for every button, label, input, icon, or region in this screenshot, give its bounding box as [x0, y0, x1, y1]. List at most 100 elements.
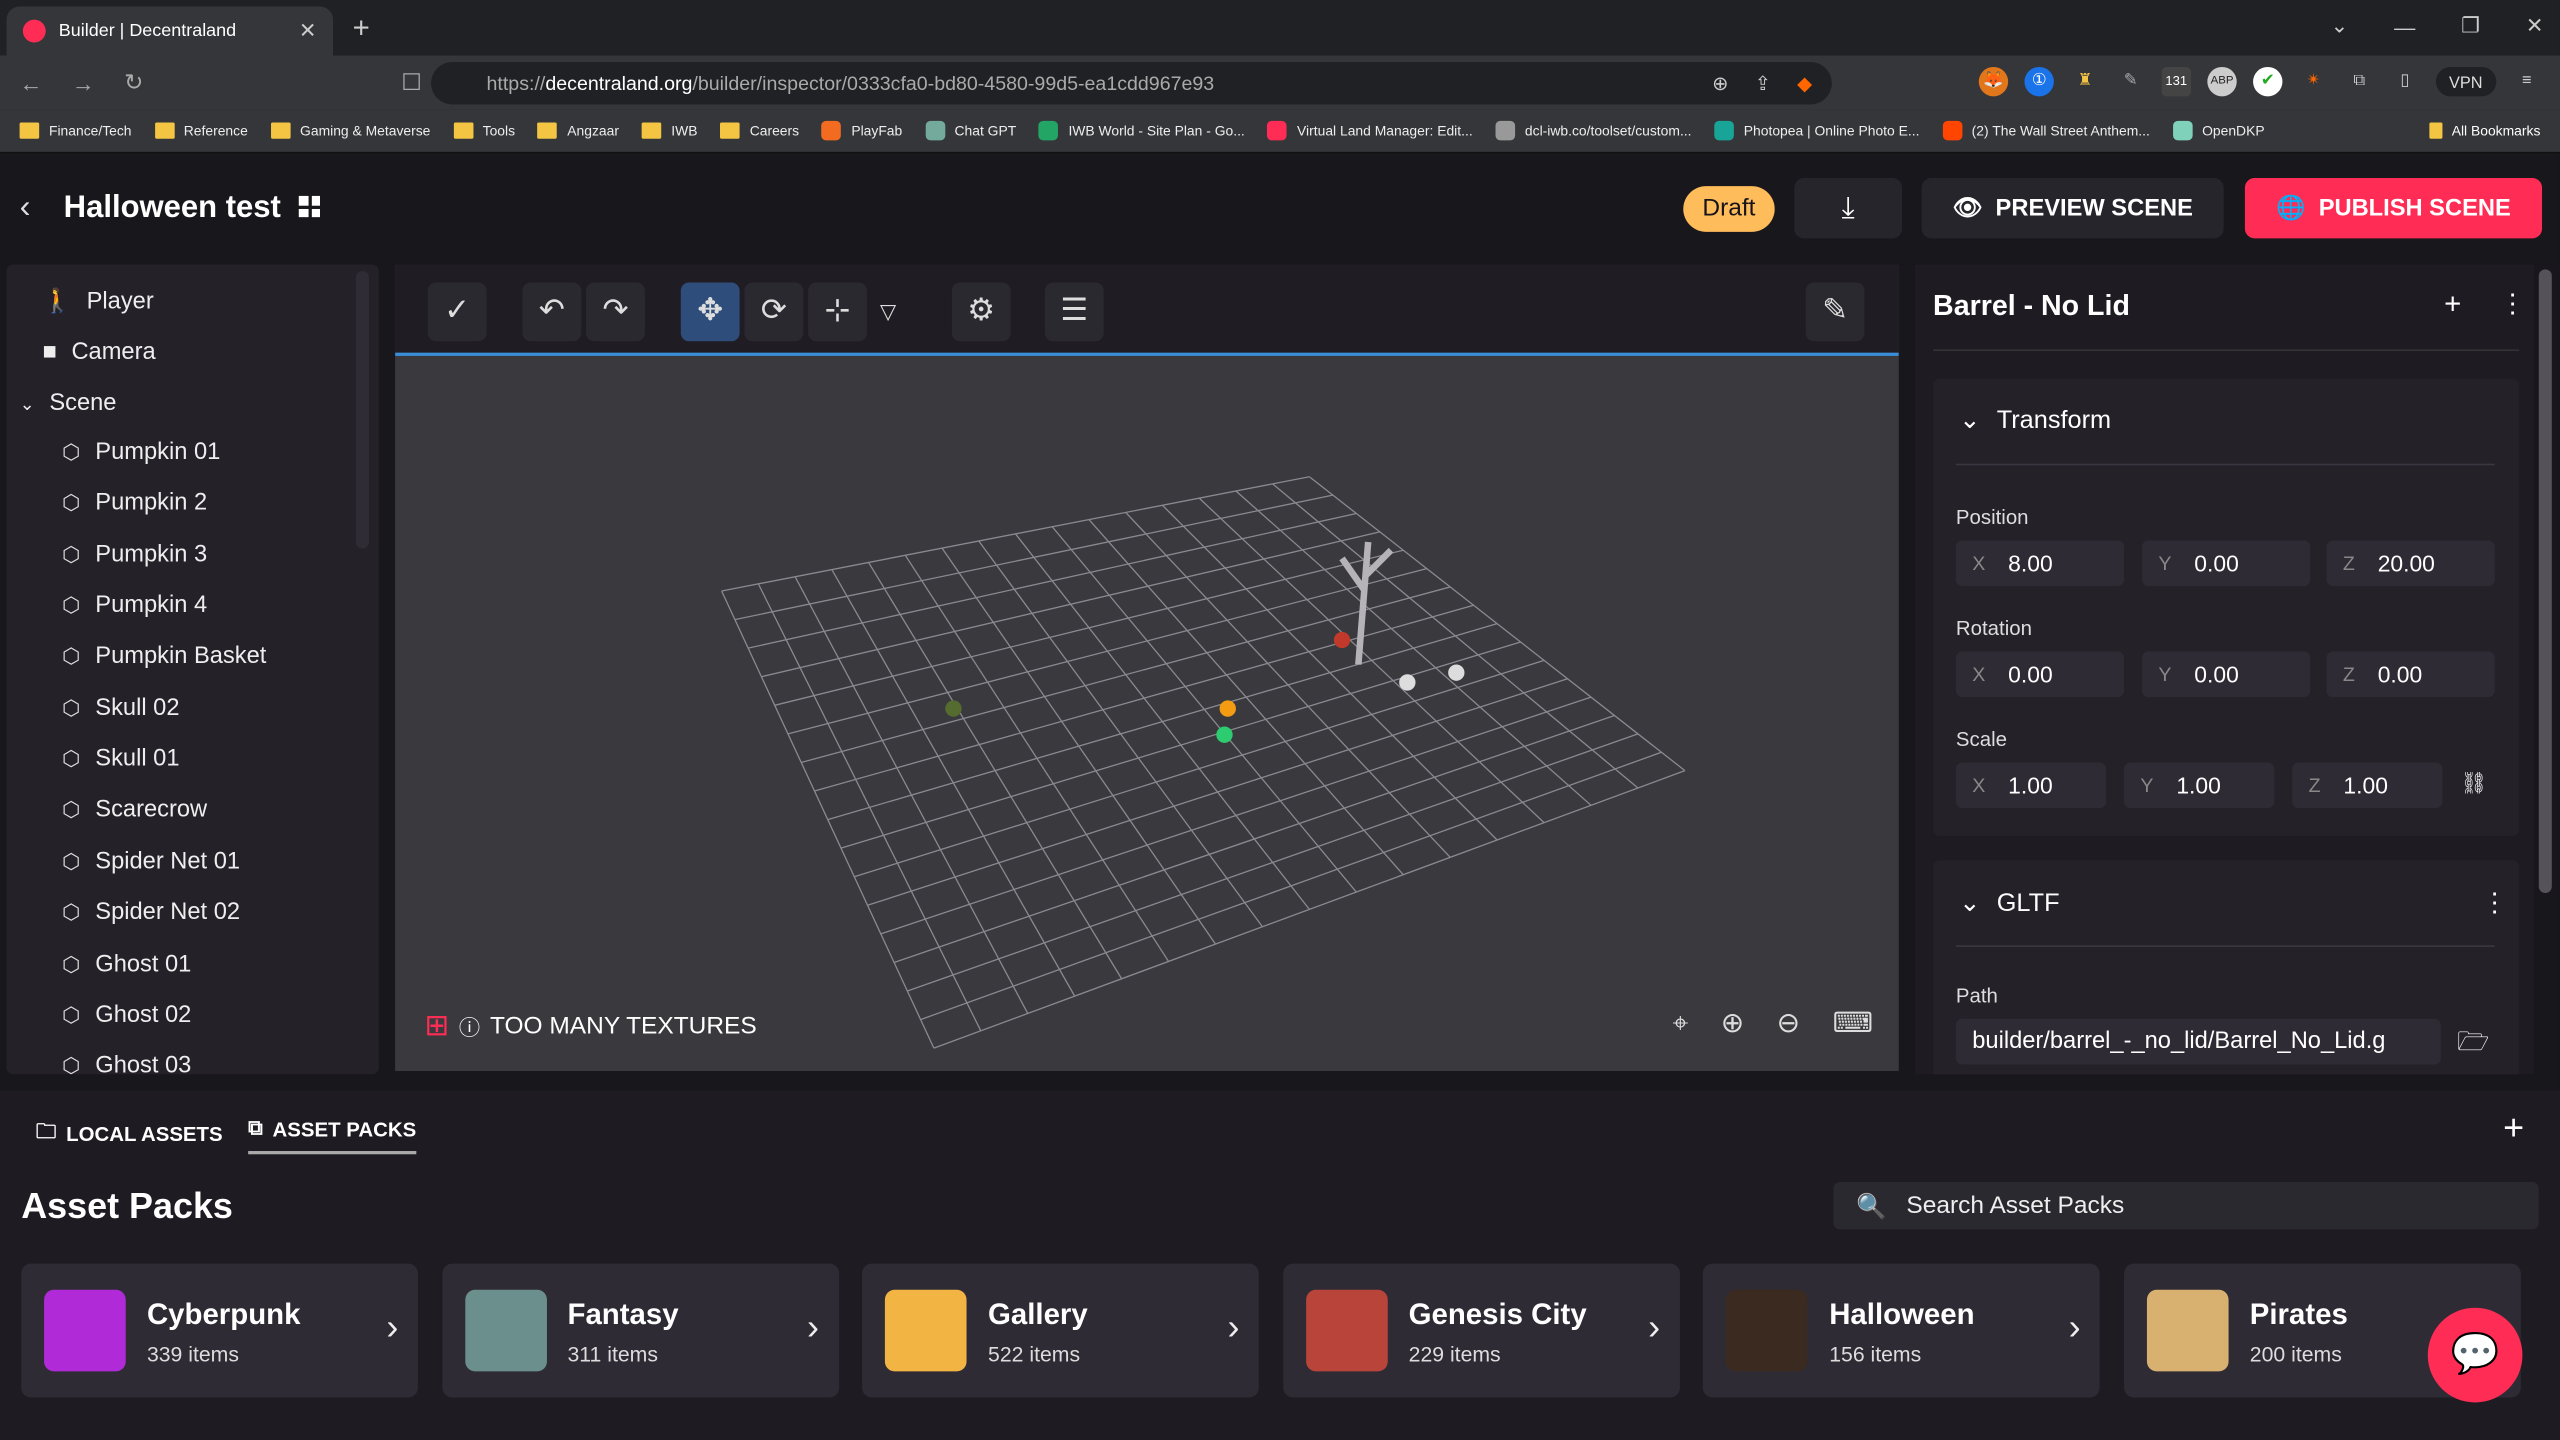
- add-asset-icon[interactable]: +: [2503, 1107, 2524, 1149]
- redo-icon[interactable]: ↷: [586, 282, 645, 342]
- tab-local-assets[interactable]: 🗀 LOCAL ASSETS: [36, 1117, 223, 1151]
- zoom-in-icon[interactable]: ⊕: [1721, 1007, 1744, 1040]
- forward-icon[interactable]: →: [72, 69, 95, 95]
- scale-y-input[interactable]: Y 1.00: [2124, 762, 2275, 809]
- asset-pack-card[interactable]: Genesis City 229 items ›: [1282, 1263, 1680, 1398]
- position-z-input[interactable]: Z 20.00: [2326, 540, 2495, 587]
- extension-icon[interactable]: ♜: [2070, 67, 2099, 96]
- metamask-icon[interactable]: 🦊: [1978, 66, 2009, 97]
- add-component-icon[interactable]: +: [2444, 287, 2461, 321]
- bookmark-item[interactable]: Angzaar: [537, 122, 619, 139]
- tree-item-entity[interactable]: ⬡ Scarecrow: [62, 797, 207, 823]
- shield-icon[interactable]: ✔: [2253, 66, 2283, 97]
- rotation-y-input[interactable]: Y 0.00: [2142, 651, 2311, 698]
- extension-icon[interactable]: ①: [2024, 66, 2054, 97]
- rotate-gizmo-icon[interactable]: ⟳: [744, 282, 804, 342]
- position-y-input[interactable]: Y 0.00: [2142, 540, 2311, 587]
- asset-pack-card[interactable]: Cyberpunk 339 items ›: [21, 1263, 418, 1398]
- bookmark-item[interactable]: IWB: [641, 122, 697, 139]
- hierarchy-scrollbar[interactable]: [355, 271, 369, 549]
- sidebar-icon[interactable]: ▯: [2390, 67, 2419, 96]
- tree-item-entity[interactable]: ⬡ Pumpkin 3: [62, 542, 207, 568]
- bookmark-item[interactable]: PlayFab: [821, 120, 902, 141]
- tab-search-icon[interactable]: ⌄: [2331, 13, 2349, 39]
- tree-item-entity[interactable]: ⬡ Ghost 01: [62, 951, 191, 977]
- bookmark-item[interactable]: Gaming & Metaverse: [270, 122, 430, 139]
- tree-item-scene[interactable]: ⌄ Scene: [20, 390, 117, 416]
- bookmark-item[interactable]: Photopea | Online Photo E...: [1714, 120, 1919, 141]
- new-tab-icon[interactable]: +: [353, 11, 370, 45]
- restore-icon[interactable]: ❐: [2461, 13, 2480, 39]
- tree-item-entity[interactable]: ⬡ Pumpkin Basket: [62, 644, 266, 670]
- share-icon[interactable]: ⇪: [1755, 72, 1771, 95]
- brave-shield-icon[interactable]: ◆: [1797, 72, 1812, 95]
- download-button[interactable]: ⤓: [1794, 177, 1903, 239]
- close-window-icon[interactable]: ✕: [2526, 13, 2544, 39]
- minimize-icon[interactable]: —: [2394, 14, 2415, 38]
- bookmark-item[interactable]: Tools: [453, 122, 515, 139]
- position-x-input[interactable]: X 8.00: [1955, 540, 2125, 587]
- undo-icon[interactable]: ↶: [522, 282, 582, 342]
- bookmark-item[interactable]: Reference: [154, 122, 248, 139]
- asset-pack-card[interactable]: Gallery 522 items ›: [862, 1263, 1260, 1398]
- folder-open-icon[interactable]: 🗁: [2457, 1024, 2489, 1068]
- reload-icon[interactable]: ↻: [124, 69, 143, 97]
- vpn-button[interactable]: VPN: [2435, 66, 2496, 97]
- tab-asset-packs[interactable]: ⧉ ASSET PACKS: [248, 1117, 417, 1155]
- scale-gizmo-icon[interactable]: ⊹: [808, 282, 867, 342]
- all-bookmarks[interactable]: All Bookmarks: [2429, 122, 2540, 139]
- grid-icon[interactable]: [298, 195, 320, 218]
- back-icon[interactable]: ←: [20, 69, 43, 95]
- bookmark-item[interactable]: Careers: [720, 122, 799, 139]
- bookmark-item[interactable]: Finance/Tech: [19, 122, 132, 139]
- tree-item-camera[interactable]: ■ Camera: [42, 340, 155, 366]
- bookmark-item[interactable]: Chat GPT: [925, 120, 1016, 141]
- unlink-scale-icon[interactable]: ⛓: [2460, 771, 2487, 797]
- tree-item-entity[interactable]: ⬡ Skull 02: [62, 695, 179, 721]
- bookmark-page-icon[interactable]: ☐: [401, 69, 422, 97]
- rotation-x-input[interactable]: X 0.00: [1955, 651, 2125, 698]
- asset-pack-card[interactable]: Halloween 156 items ›: [1703, 1263, 2101, 1398]
- search-asset-packs-input[interactable]: 🔍 Search Asset Packs: [1833, 1182, 2539, 1230]
- close-tab-icon[interactable]: ✕: [299, 18, 317, 44]
- bookmark-item[interactable]: IWB World - Site Plan - Go...: [1039, 120, 1245, 141]
- more-options-icon[interactable]: ⋮: [2500, 287, 2526, 320]
- tree-item-entity[interactable]: ⬡ Pumpkin 01: [62, 439, 220, 465]
- extension-badge-icon[interactable]: 131: [2161, 66, 2192, 97]
- check-icon[interactable]: ✓: [427, 282, 487, 342]
- tree-item-entity[interactable]: ⬡ Ghost 03: [62, 1053, 191, 1074]
- tree-item-player[interactable]: 🚶 Player: [42, 287, 153, 315]
- tree-item-entity[interactable]: ⬡ Ghost 02: [62, 1002, 191, 1028]
- chat-support-button[interactable]: 💬: [2427, 1307, 2523, 1403]
- settings-icon[interactable]: ⚙: [951, 282, 1011, 342]
- edit-pencil-icon[interactable]: ✎: [1805, 282, 1865, 342]
- rotation-z-input[interactable]: Z 0.00: [2326, 651, 2495, 698]
- chevron-down-icon[interactable]: ▽: [872, 282, 905, 341]
- preview-scene-button[interactable]: 👁 PREVIEW SCENE: [1921, 177, 2224, 239]
- url-input[interactable]: https://decentraland.org/builder/inspect…: [431, 62, 1832, 105]
- 3d-viewport[interactable]: ✓ ↶ ↷ ✥ ⟳ ⊹ ▽ ⚙ ☰ ✎ ⊞ ⓘ TOO MANY TEXTURE…: [395, 264, 1899, 1072]
- asset-pack-card[interactable]: Fantasy 311 items ›: [441, 1263, 839, 1398]
- adblock-icon[interactable]: ABP: [2207, 66, 2237, 97]
- gltf-path-input[interactable]: builder/barrel_-_no_lid/Barrel_No_Lid.g: [1955, 1018, 2441, 1065]
- back-arrow-icon[interactable]: ‹: [20, 189, 31, 227]
- browser-tab[interactable]: Builder | Decentraland ✕: [6, 6, 334, 56]
- menu-icon[interactable]: ≡: [2512, 67, 2541, 96]
- tree-item-entity[interactable]: ⬡ Spider Net 02: [62, 900, 240, 926]
- tree-item-entity[interactable]: ⬡ Pumpkin 2: [62, 490, 207, 516]
- bookmark-item[interactable]: OpenDKP: [2172, 120, 2265, 141]
- bookmark-item[interactable]: dcl-iwb.co/toolset/custom...: [1495, 120, 1692, 141]
- publish-scene-button[interactable]: 🌐 PUBLISH SCENE: [2244, 177, 2543, 239]
- tree-item-entity[interactable]: ⬡ Pumpkin 4: [62, 593, 207, 619]
- tree-item-entity[interactable]: ⬡ Skull 01: [62, 746, 179, 772]
- inspector-scrollbar[interactable]: [2538, 269, 2552, 894]
- gltf-header[interactable]: ⌄ GLTF: [1959, 888, 2059, 919]
- extension-icon[interactable]: ✎: [2116, 67, 2145, 96]
- zoom-out-icon[interactable]: ⊖: [1777, 1007, 1800, 1040]
- panel-settings-icon[interactable]: ☰: [1044, 282, 1104, 342]
- bookmark-item[interactable]: Virtual Land Manager: Edit...: [1267, 120, 1473, 141]
- extensions-puzzle-icon[interactable]: ⧉: [2344, 67, 2373, 96]
- scale-z-input[interactable]: Z 1.00: [2292, 762, 2443, 809]
- brave-rewards-icon[interactable]: ✴: [2299, 67, 2328, 96]
- move-gizmo-icon[interactable]: ✥: [680, 282, 740, 342]
